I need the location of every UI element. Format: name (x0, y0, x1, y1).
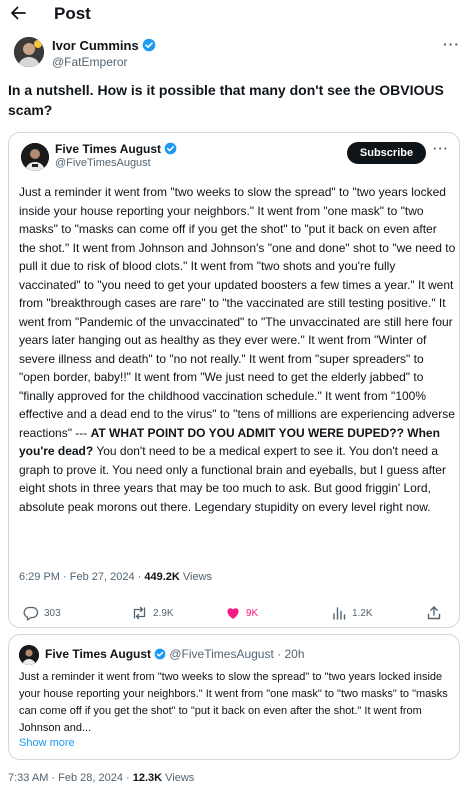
quoted-preview-text: Just a reminder it went from "two weeks … (19, 671, 448, 734)
post-views-label: Views (162, 772, 195, 784)
action-bar: 303 2.9K 9K 1.2K (9, 605, 459, 625)
quoted-views-label: Views (179, 571, 213, 583)
more-options-icon[interactable]: ··· (443, 36, 460, 52)
reply-icon (23, 606, 39, 621)
quoted-post-text: Just a reminder it went from "two weeks … (19, 183, 456, 516)
post-text: In a nutshell. How is it possible that m… (8, 82, 444, 118)
show-more-link[interactable]: Show more (19, 737, 75, 749)
quoted-preview-name[interactable]: Five Times August (45, 647, 151, 661)
bar-chart-icon (333, 607, 346, 620)
quoted-text-intro: Just a reminder it went from "two weeks … (19, 185, 456, 440)
quoted-more-options-icon[interactable]: ··· (433, 141, 449, 156)
author-name-text: Ivor Cummins (52, 38, 139, 53)
subscribe-button[interactable]: Subscribe (347, 142, 426, 164)
author-handle[interactable]: @FatEmperor (52, 55, 128, 69)
verified-badge-icon (164, 142, 177, 158)
share-button[interactable] (426, 605, 447, 621)
quoted-timestamp[interactable]: 6:29 PM · Feb 27, 2024 · (19, 571, 144, 583)
like-count: 9K (246, 607, 259, 619)
verified-badge-icon (142, 38, 156, 55)
verified-badge-icon (154, 648, 166, 663)
quoted-preview-handle[interactable]: @FiveTimesAugust · 20h (169, 647, 304, 661)
post-timestamp[interactable]: 7:33 AM · Feb 28, 2024 · (8, 772, 133, 784)
post-views-count: 12.3K (132, 772, 163, 784)
like-button[interactable]: 9K (225, 605, 258, 621)
heart-icon (227, 608, 239, 619)
page-title: Post (54, 4, 91, 23)
quoted-author-name[interactable]: Five Times August (55, 142, 177, 158)
back-arrow-icon[interactable] (8, 3, 28, 23)
quoted-views-count: 449.2K (144, 571, 180, 583)
reply-count: 303 (44, 607, 61, 619)
reply-button[interactable]: 303 (23, 605, 61, 621)
repost-icon (133, 606, 146, 620)
post-meta: 7:33 AM · Feb 28, 2024 · 12.3K Views (8, 772, 194, 784)
share-icon (427, 606, 441, 620)
quoted-avatar[interactable] (21, 143, 49, 171)
quoted-post-meta: 6:29 PM · Feb 27, 2024 · 449.2K Views (19, 571, 212, 583)
top-bar: Post (0, 0, 473, 30)
views-count-action: 1.2K (352, 607, 373, 619)
quoted-post[interactable]: Five Times August @FiveTimesAugust Subsc… (8, 132, 460, 628)
post-author: Ivor Cummins @FatEmperor ··· (14, 36, 464, 70)
quoted-author-handle[interactable]: @FiveTimesAugust (55, 157, 151, 169)
quoted-preview-avatar[interactable] (19, 645, 39, 665)
quoted-preview-header: Five Times August @FiveTimesAugust · 20h (45, 647, 305, 663)
author-name[interactable]: Ivor Cummins (52, 38, 156, 55)
repost-count: 2.9K (153, 607, 174, 619)
quoted-author-name-text: Five Times August (55, 142, 162, 156)
repost-button[interactable]: 2.9K (131, 605, 174, 621)
quoted-post-preview[interactable]: Five Times August @FiveTimesAugust · 20h… (8, 634, 460, 760)
views-button[interactable]: 1.2K (331, 605, 373, 621)
avatar[interactable] (14, 37, 44, 67)
